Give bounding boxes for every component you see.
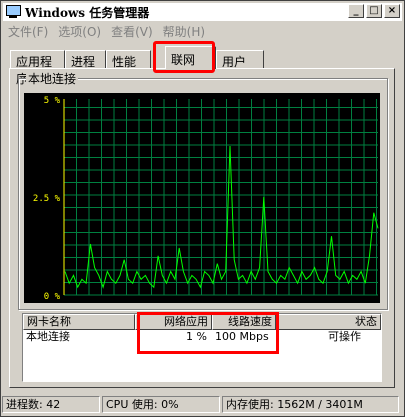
- menu-file[interactable]: 文件(F): [3, 23, 53, 40]
- adapter-table[interactable]: 网卡名称 网络应用 线路速度 状态 本地连接 1 % 100 Mbps 可操作: [22, 313, 382, 382]
- network-utilization-chart: 5 % 2.5 % 0 %: [33, 96, 379, 302]
- col-state[interactable]: 状态: [276, 314, 381, 330]
- col-adapter-name[interactable]: 网卡名称: [23, 314, 135, 330]
- tab-processes[interactable]: 进程: [65, 50, 106, 69]
- cell-link-speed: 100 Mbps: [215, 330, 269, 343]
- minimize-icon: _: [353, 5, 359, 16]
- close-button[interactable]: ×: [384, 4, 400, 18]
- network-graph: 5 % 2.5 % 0 %: [24, 93, 380, 303]
- cell-utilization: 1 %: [186, 330, 207, 343]
- monitor-icon: [5, 5, 21, 19]
- menu-help[interactable]: 帮助(H): [158, 23, 210, 40]
- y-tick-label: 0 %: [44, 292, 61, 302]
- col-link-speed[interactable]: 线路速度: [212, 314, 276, 330]
- menu-bar: 文件(F) 选项(O) 查看(V) 帮助(H): [3, 22, 402, 41]
- title-bar[interactable]: Windows 任务管理器 _ □ ×: [3, 3, 402, 21]
- table-header: 网卡名称 网络应用 线路速度 状态: [23, 314, 381, 330]
- window-title: Windows 任务管理器: [25, 5, 150, 20]
- group-label: 本地连接: [26, 70, 79, 87]
- network-usage-line: [64, 145, 379, 289]
- status-bar: 进程数: 42 CPU 使用: 0% 内存使用: 1562M / 3401M: [2, 396, 401, 414]
- tab-users[interactable]: 用户: [216, 50, 264, 69]
- tab-performance[interactable]: 性能: [106, 50, 151, 69]
- y-tick-label: 2.5 %: [33, 194, 61, 204]
- tab-networking[interactable]: 联网: [165, 46, 216, 69]
- y-tick-label: 5 %: [44, 96, 61, 106]
- col-utilization[interactable]: 网络应用: [135, 314, 212, 330]
- menu-options[interactable]: 选项(O): [53, 23, 106, 40]
- tab-applications[interactable]: 应用程序: [10, 50, 65, 86]
- status-processes: 进程数: 42: [2, 396, 100, 413]
- cell-state: 可操作: [328, 330, 361, 343]
- maximize-button[interactable]: □: [366, 4, 382, 18]
- menu-view[interactable]: 查看(V): [106, 23, 158, 40]
- cell-adapter-name: 本地连接: [26, 330, 70, 343]
- minimize-button[interactable]: _: [348, 4, 364, 18]
- close-icon: ×: [387, 5, 397, 16]
- status-memory: 内存使用: 1562M / 3401M: [222, 396, 399, 413]
- maximize-icon: □: [369, 5, 379, 16]
- status-cpu: CPU 使用: 0%: [102, 396, 220, 413]
- table-row[interactable]: 本地连接 1 % 100 Mbps 可操作: [23, 330, 381, 344]
